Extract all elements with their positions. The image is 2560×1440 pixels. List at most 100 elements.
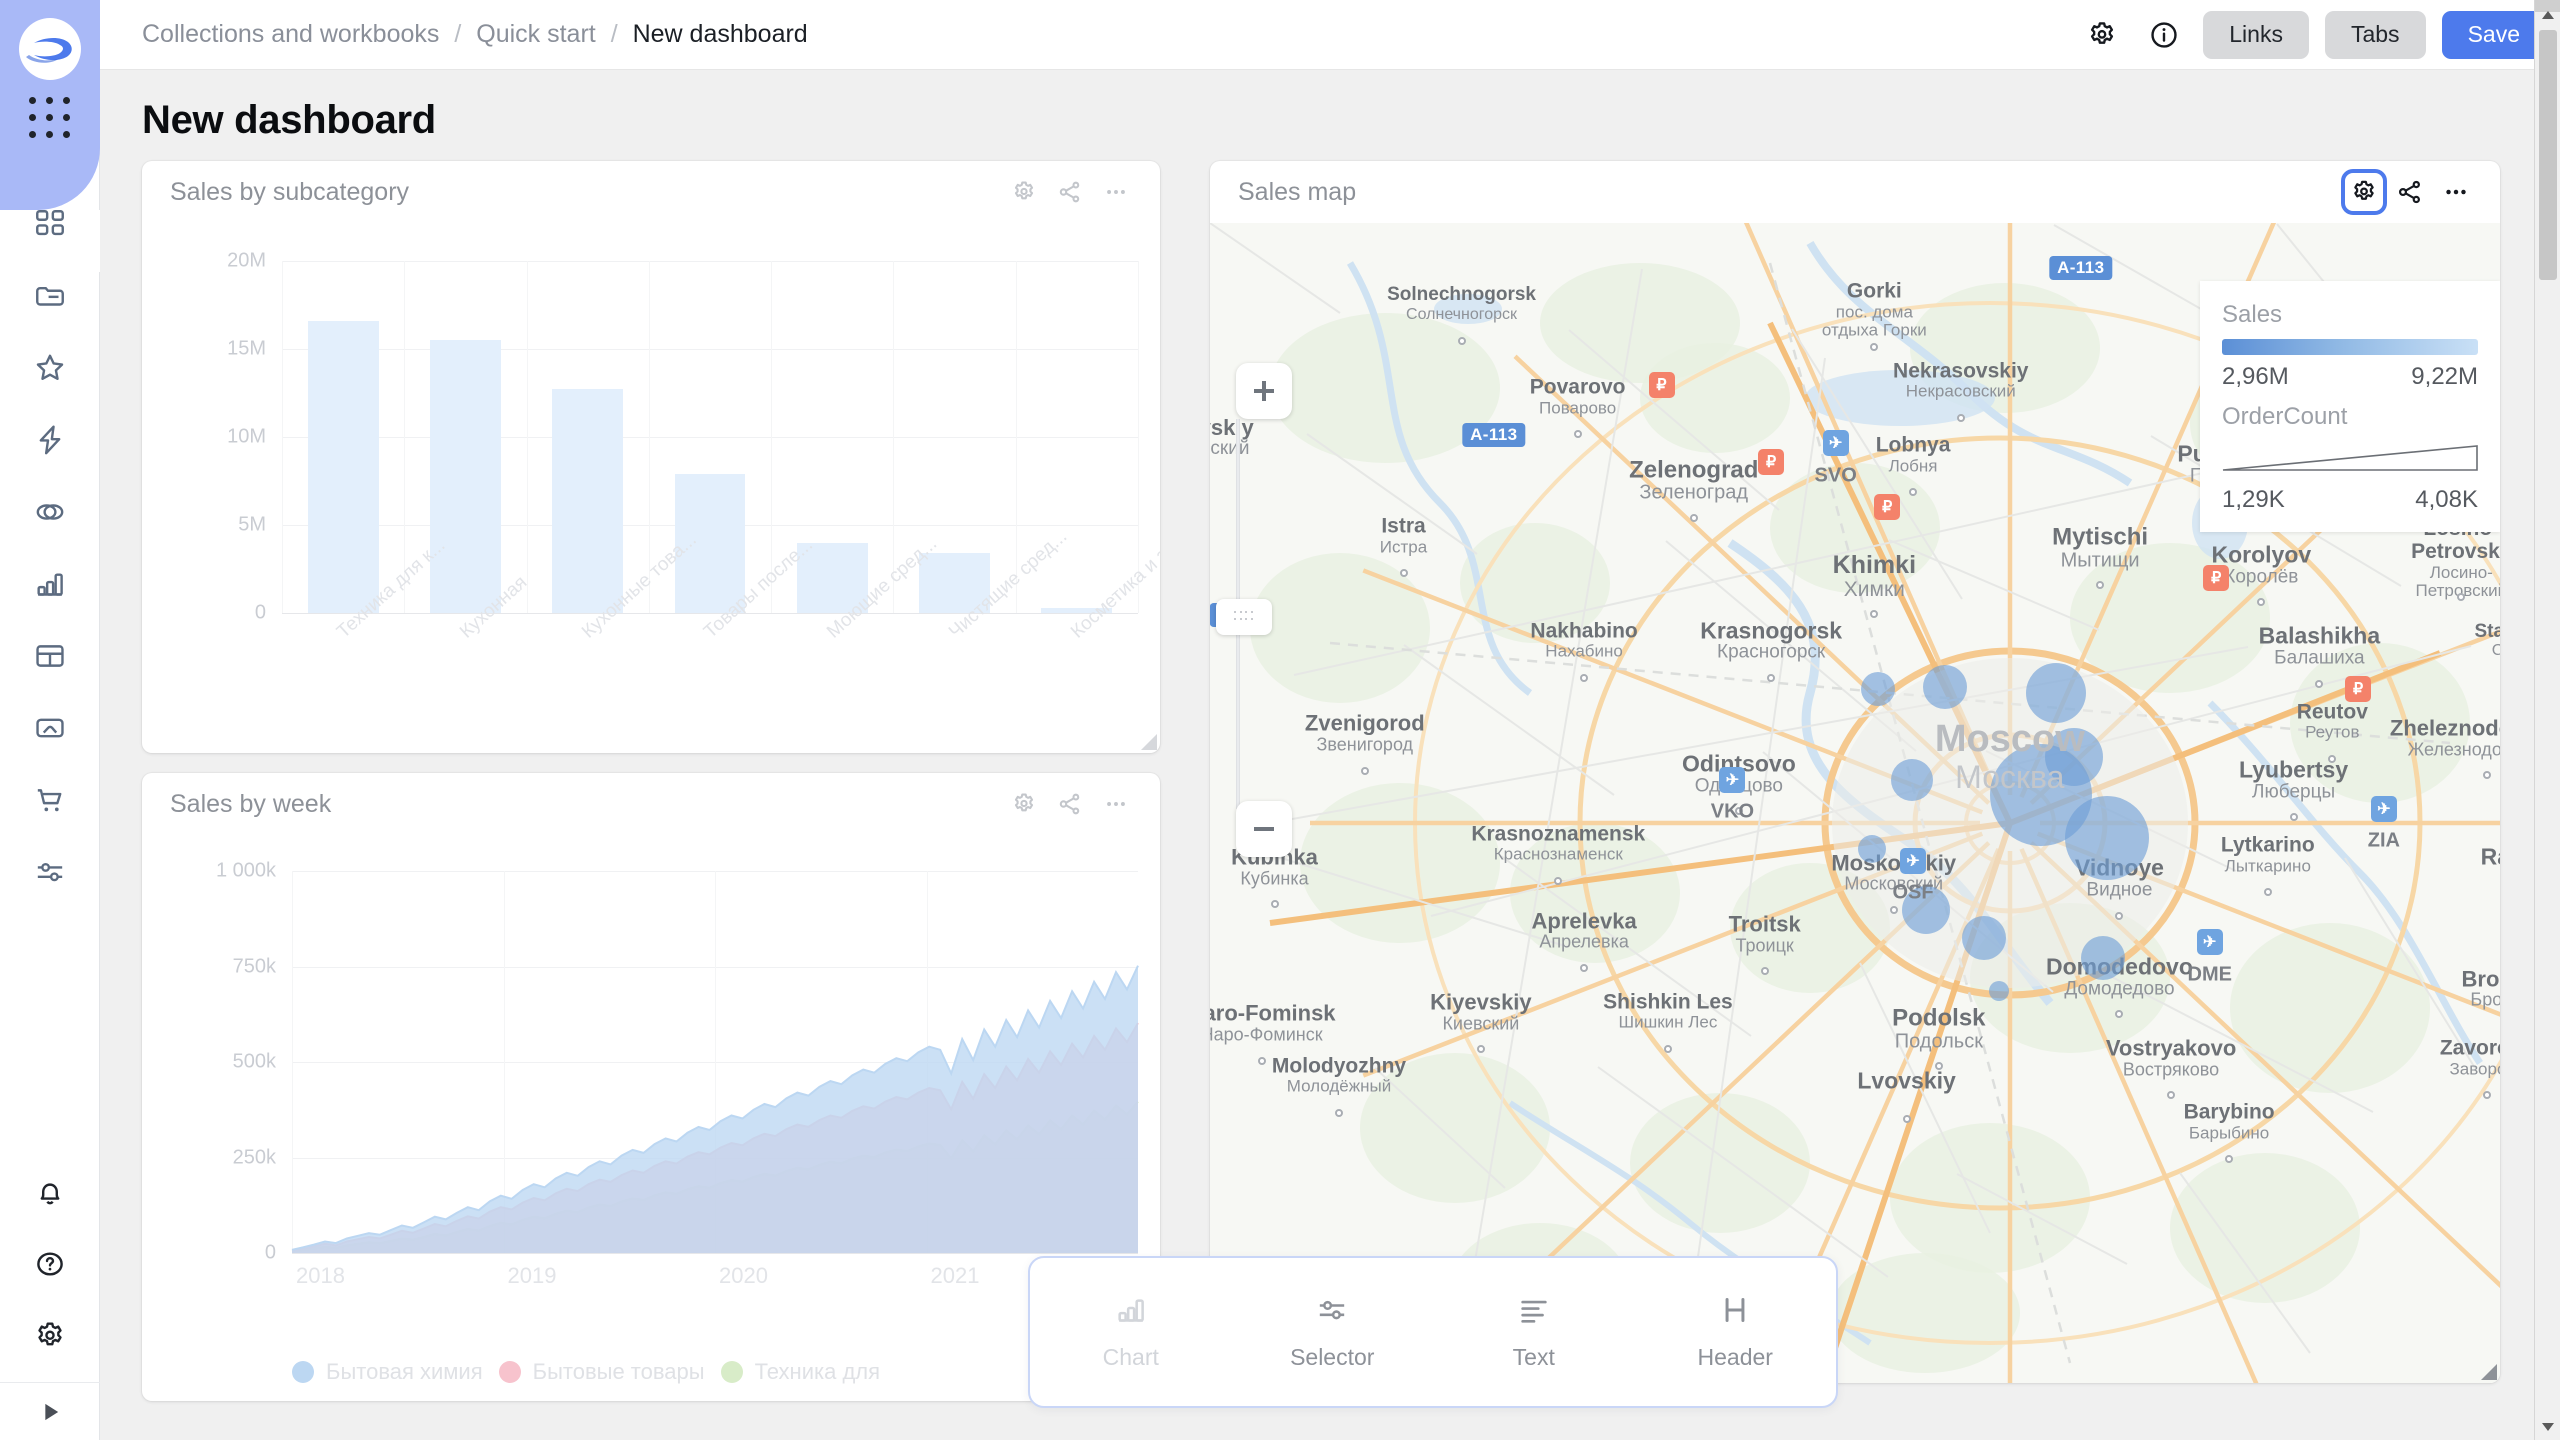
apps-grid-icon[interactable]: [27, 94, 73, 140]
map-bubble[interactable]: [2026, 663, 2086, 723]
tabs-button[interactable]: Tabs: [2325, 11, 2426, 59]
sidebar-item-connections[interactable]: [22, 412, 78, 468]
widget-actions: [994, 166, 1146, 218]
sidebar-item-navigation[interactable]: [22, 196, 78, 252]
map-bubble[interactable]: [2045, 728, 2103, 786]
sidebar-item-collections[interactable]: [22, 268, 78, 324]
settings-icon[interactable]: [22, 1308, 78, 1364]
page-scrollbar[interactable]: [2534, 0, 2560, 1440]
sidebar-item-charts[interactable]: [22, 556, 78, 612]
y-axis-tick-label: 10M: [227, 426, 266, 449]
scroll-down-arrow-icon[interactable]: [2535, 1414, 2560, 1440]
map-bubble[interactable]: [1891, 759, 1933, 801]
top-bar-actions: Links Tabs Save: [2079, 11, 2546, 59]
share-nodes-icon[interactable]: [2390, 172, 2430, 212]
ordercount-min-value: 1,29K: [2222, 486, 2285, 514]
city-label-en: Staraya Kupavna: [2475, 622, 2501, 643]
scroll-up-arrow-icon[interactable]: [2535, 2, 2560, 28]
map-bubble[interactable]: [1989, 981, 2009, 1001]
city-marker-dot: [1903, 1115, 1911, 1123]
save-button[interactable]: Save: [2442, 11, 2546, 59]
links-button[interactable]: Links: [2203, 11, 2309, 59]
city-marker-dot: [2264, 888, 2272, 896]
map-legend-order-title: OrderCount: [2222, 403, 2478, 431]
zoom-out-button[interactable]: [1236, 801, 1292, 857]
datalens-logo-icon[interactable]: [19, 18, 81, 80]
city-label-ru: Петровский: [2411, 582, 2500, 600]
gear-icon[interactable]: [1004, 172, 1044, 212]
map-city-label: RamenskoyeРаменское: [2481, 844, 2500, 889]
sidebar-item-dashboards[interactable]: [22, 628, 78, 684]
zoom-slider-handle[interactable]: [1216, 599, 1272, 635]
map-bubble[interactable]: [2081, 936, 2125, 980]
city-label-en: Moskovskiy: [1831, 851, 1956, 875]
help-icon[interactable]: [22, 1236, 78, 1292]
map-bubble[interactable]: [1858, 835, 1886, 863]
share-nodes-icon[interactable]: [1050, 172, 1090, 212]
legend-label: Техника для: [755, 1359, 880, 1385]
map-bubble[interactable]: [1923, 665, 1967, 709]
gear-icon[interactable]: [1004, 784, 1044, 824]
sidebar-item-datasets[interactable]: [22, 484, 78, 540]
share-nodes-icon[interactable]: [1050, 784, 1090, 824]
info-circle-icon[interactable]: [2141, 12, 2187, 58]
insert-header-button[interactable]: Header: [1635, 1293, 1837, 1371]
sidebar-item-marketplace[interactable]: [22, 772, 78, 828]
ellipsis-icon[interactable]: [2436, 172, 2476, 212]
insert-item-label: Selector: [1290, 1344, 1374, 1371]
map-bubble[interactable]: [1861, 672, 1895, 706]
gear-icon[interactable]: [2079, 12, 2125, 58]
breadcrumb-workbook[interactable]: Quick start: [476, 20, 595, 48]
zoom-controls: [1236, 363, 1292, 419]
city-label-ru: Химки: [1833, 579, 1916, 602]
city-label-en: Korolyov: [2212, 543, 2312, 568]
area-chart-canvas: 0250k500k750k1 000k2018201920202021 Быто…: [142, 835, 1160, 1401]
city-label-ru: Лосино-: [2411, 564, 2500, 582]
legend-item[interactable]: Бытовые товары: [499, 1359, 705, 1385]
breadcrumb-collections[interactable]: Collections and workbooks: [142, 20, 439, 48]
map-canvas[interactable]: SolnechnogorskСолнечногорскGorkiпос. дом…: [1210, 223, 2500, 1383]
ruble-poi-icon: ₽: [1874, 494, 1900, 520]
bar[interactable]: [308, 321, 379, 613]
sidebar-item-settings-sliders[interactable]: [22, 844, 78, 900]
map-bubble[interactable]: [2065, 796, 2149, 880]
map-bubble[interactable]: [1962, 916, 2006, 960]
city-label-ru: Мытищи: [2052, 550, 2148, 572]
ellipsis-icon[interactable]: [1096, 172, 1136, 212]
legend-item[interactable]: Бытовая химия: [292, 1359, 483, 1385]
zoom-in-button[interactable]: [1236, 363, 1292, 419]
vertical-gridline: [1138, 261, 1139, 613]
gridline: [282, 613, 1138, 614]
city-marker-dot: [1574, 430, 1582, 438]
city-label-en: Molodyozhny: [1272, 1055, 1406, 1078]
sidebar-item-favorites[interactable]: [22, 340, 78, 396]
map-resize-handle[interactable]: [2481, 1364, 2497, 1380]
city-marker-dot: [2315, 680, 2323, 688]
road-shield: A-113: [1462, 423, 1525, 447]
city-label-en: Povarovo: [1530, 376, 1626, 399]
gear-icon[interactable]: [2344, 172, 2384, 212]
page-title: New dashboard: [100, 70, 2560, 161]
sidebar-item-gallery[interactable]: [22, 700, 78, 756]
expand-rail-icon[interactable]: [0, 1382, 100, 1440]
bar[interactable]: [552, 389, 623, 613]
airport-code-label: VKO: [1711, 801, 1754, 824]
ellipsis-icon[interactable]: [1096, 784, 1136, 824]
notifications-icon[interactable]: [22, 1164, 78, 1220]
city-label-ru: Шишкин Лес: [1603, 1014, 1733, 1032]
city-label-ru: лебовский: [1210, 439, 1254, 460]
airport-code-label: DME: [2188, 963, 2232, 986]
top-bar: Collections and workbooks / Quick start …: [100, 0, 2560, 70]
insert-selector-button[interactable]: Selector: [1232, 1293, 1434, 1371]
rail-primary-items: [0, 196, 99, 916]
insert-text-button[interactable]: Text: [1433, 1293, 1635, 1371]
scrollbar-thumb[interactable]: [2539, 30, 2557, 280]
city-marker-dot: [2115, 912, 2123, 920]
insert-chart-button[interactable]: Chart: [1030, 1293, 1232, 1371]
bar[interactable]: [430, 340, 501, 613]
left-nav-rail: [0, 0, 100, 1440]
city-label-ru: Истра: [1380, 538, 1427, 556]
vertical-gridline: [649, 261, 650, 613]
widget-resize-handle[interactable]: [1141, 734, 1157, 750]
legend-item[interactable]: Техника для: [721, 1359, 880, 1385]
